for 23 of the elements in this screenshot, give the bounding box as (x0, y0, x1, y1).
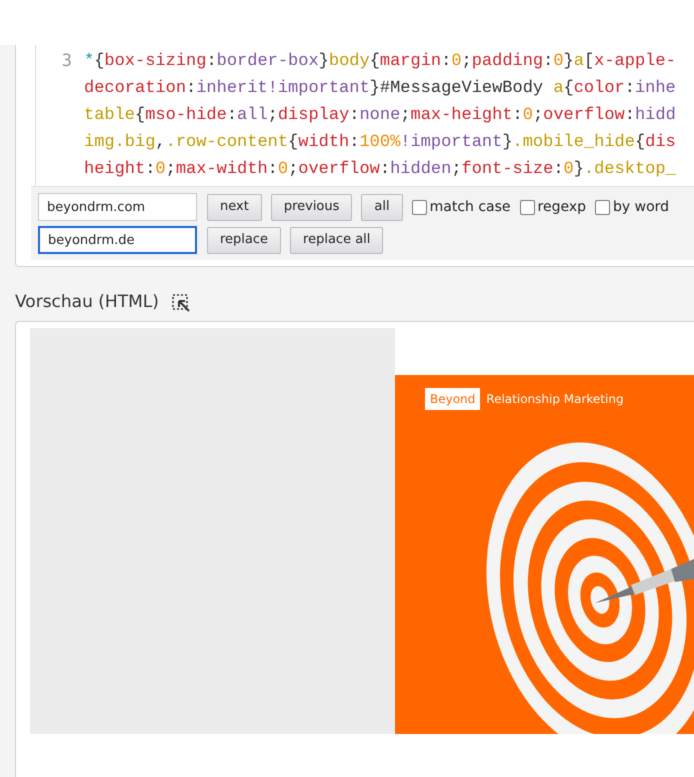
toolbar-button[interactable]: replace all (290, 226, 384, 254)
code-line: decoration:inherit!important}#MessageViewBody a{color:inhe (84, 78, 676, 100)
text-field[interactable]: beyondrm.de (38, 226, 197, 254)
checkbox[interactable] (520, 200, 535, 214)
toolbar-button[interactable]: replace (207, 226, 282, 254)
tagline: Relationship Marketing (486, 391, 624, 408)
toolbar-button[interactable]: all (361, 194, 403, 220)
checkbox[interactable] (412, 200, 427, 214)
section-title: Vorschau (HTML) (15, 291, 159, 314)
code-line: img.big,.row-content{width:100%!important}.mobile_hide{dis (84, 132, 676, 154)
text-field[interactable]: beyondrm.com (38, 193, 197, 221)
code-line: *{box-sizing:border-box}body{margin:0;padding:0}a[x-apple- (84, 51, 676, 73)
select-element-icon[interactable] (170, 293, 191, 313)
code-line: height:0;max-width:0;overflow:hidden;font-size:0}.desktop_ (84, 159, 676, 181)
line-number: 3 (60, 50, 73, 73)
checkbox[interactable] (595, 200, 610, 214)
checkbox-label: by word (613, 198, 670, 216)
toolbar-button[interactable]: previous (270, 194, 352, 220)
checkbox-label: regexp (538, 198, 586, 216)
checkbox-label: match case (430, 198, 511, 216)
code-line: table{mso-hide:all;display:none;max-height:0;overflow:hidd (84, 105, 676, 127)
toolbar-button[interactable]: next (207, 194, 262, 220)
logo: Beyond (425, 388, 480, 410)
